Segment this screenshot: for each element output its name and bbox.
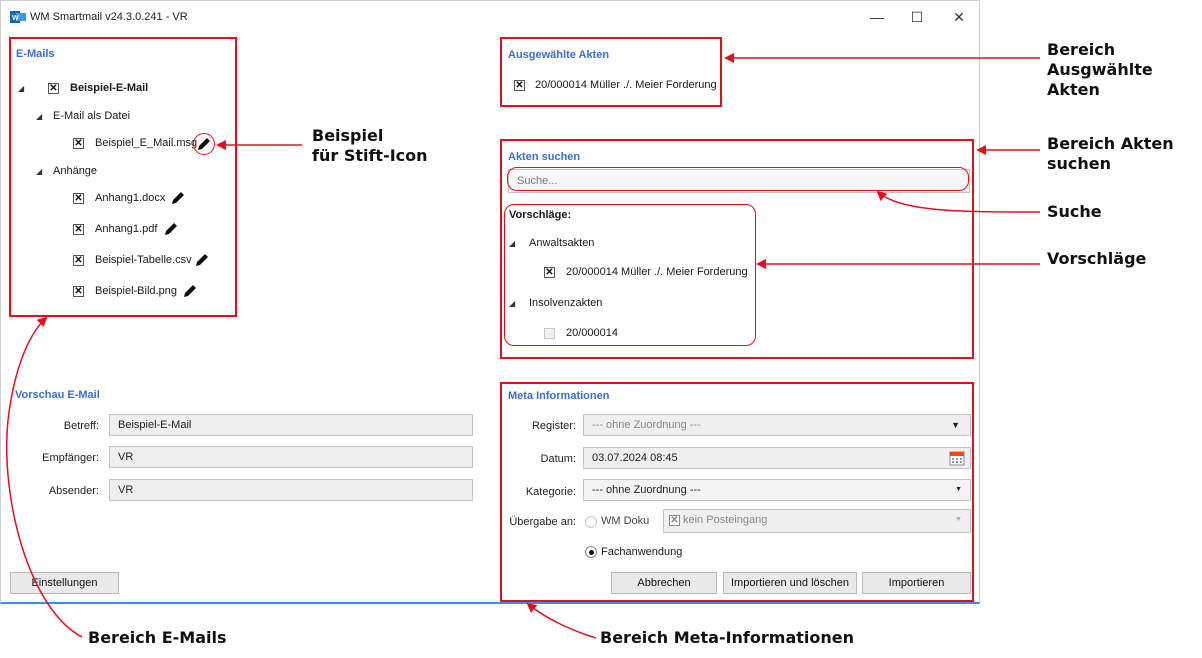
annotation-arrows — [6, 53, 1041, 639]
annotation-line: suchen — [1047, 154, 1112, 173]
annotation-selected: Bereich Ausgwählte Akten — [1047, 40, 1153, 100]
annotation-line: Bereich Akten — [1047, 134, 1174, 153]
annotation-line: Bereich — [1047, 40, 1116, 59]
arrow-emails — [6, 316, 83, 638]
annotation-emails: Bereich E-Mails — [88, 628, 227, 647]
annotation-line: Ausgwählte — [1047, 60, 1153, 79]
annotation-line: für Stift-Icon — [312, 146, 428, 165]
annotation-meta: Bereich Meta-Informationen — [600, 628, 854, 647]
arrow-search — [876, 190, 1041, 213]
annotation-line: Beispiel — [312, 126, 384, 145]
annotation-pencil: Beispiel für Stift-Icon — [312, 126, 428, 166]
annotation-search: Suche — [1047, 202, 1102, 221]
annotation-line: Akten — [1047, 80, 1100, 99]
arrow-meta — [526, 602, 597, 639]
annotation-search-area: Bereich Akten suchen — [1047, 134, 1174, 174]
annotation-suggestions: Vorschläge — [1047, 249, 1147, 268]
